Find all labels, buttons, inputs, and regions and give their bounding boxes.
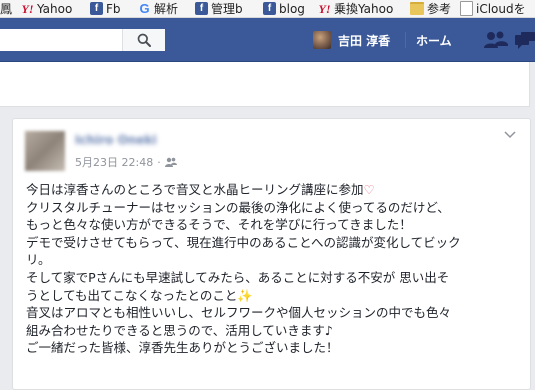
previous-post-card bbox=[0, 62, 530, 107]
bookmark-item[interactable]: 鳳 bbox=[0, 1, 12, 16]
meta-separator: · bbox=[157, 155, 161, 169]
post-line: 今日は淳香さんのところで音叉と水晶ヒーリング講座に参加♡ bbox=[26, 182, 375, 197]
post-text: 今日は淳香さんのところで音叉と水晶ヒーリング講座に参加♡ クリスタルチューナーは… bbox=[26, 181, 521, 357]
post-line: リ。 bbox=[26, 252, 51, 268]
divider bbox=[405, 32, 406, 48]
google-icon: G bbox=[139, 1, 150, 16]
profile-link[interactable]: 吉田 淳香 bbox=[338, 32, 390, 49]
bookmark-label: 鳳 bbox=[0, 2, 13, 16]
messages-icon[interactable] bbox=[515, 32, 535, 49]
facebook-header: 吉田 淳香 ホーム bbox=[0, 18, 535, 62]
friend-requests-icon[interactable] bbox=[483, 31, 509, 49]
bookmark-label: blog bbox=[279, 1, 305, 16]
bookmark-analytics[interactable]: G 解析 bbox=[138, 1, 178, 16]
search-icon bbox=[137, 33, 151, 47]
facebook-icon: f bbox=[263, 2, 276, 15]
yahoo-icon: Y! bbox=[21, 1, 34, 16]
bookmark-label: Yahoo bbox=[37, 1, 73, 16]
post-line: もっと色々な使い方ができるそうで、それを学びに行ってきました！ bbox=[26, 217, 412, 233]
facebook-icon: f bbox=[195, 2, 208, 15]
avatar[interactable] bbox=[313, 31, 331, 49]
post-line: 組み合わせたりできると思うので、活用していきます♪ bbox=[26, 322, 333, 338]
bookmark-yahoo[interactable]: Y! Yahoo bbox=[21, 1, 73, 16]
friends-icon[interactable] bbox=[164, 157, 177, 167]
yahoo-icon: Y! bbox=[318, 1, 331, 16]
author-name[interactable]: Ichiro Oneki bbox=[75, 133, 157, 147]
document-icon bbox=[460, 1, 473, 16]
post-line: クリスタルチューナーはセッションの最後の浄化によく使ってるのだけど、 bbox=[26, 199, 450, 215]
post-timestamp[interactable]: 5月23日 22:48 bbox=[75, 154, 153, 170]
bookmark-reference[interactable]: 参考 bbox=[410, 1, 451, 16]
bookmark-admin[interactable]: f 管理b bbox=[195, 1, 243, 16]
bookmark-label: 解析 bbox=[154, 2, 179, 16]
post-meta: 5月23日 22:48 · bbox=[75, 154, 177, 170]
folder-icon bbox=[410, 2, 424, 15]
sparkle-icon: ✨ bbox=[237, 287, 253, 303]
bookmark-label: 管理b bbox=[211, 2, 243, 16]
post-line: うとしても出てこなくなったとのこと✨ bbox=[26, 287, 253, 303]
bookmarks-bar: 鳳 Y! Yahoo f Fb G 解析 f 管理b f blog Y! 乗換Y… bbox=[0, 0, 535, 18]
post-card: Ichiro Oneki 5月23日 22:48 · 今日は淳香さんのところで音… bbox=[12, 118, 531, 390]
bookmark-label: iCloudを bbox=[476, 2, 526, 16]
home-link[interactable]: ホーム bbox=[416, 32, 452, 49]
bookmark-label: 参考 bbox=[427, 2, 452, 16]
bookmark-label: Fb bbox=[106, 1, 121, 16]
facebook-icon: f bbox=[90, 2, 103, 15]
author-avatar[interactable] bbox=[25, 131, 65, 171]
post-line: そして家でPさんにも早速試してみたら、あることに対する不安が 思い出そ bbox=[26, 269, 450, 285]
bookmark-fb[interactable]: f Fb bbox=[90, 1, 121, 16]
search-button[interactable] bbox=[122, 29, 165, 51]
bookmark-transit[interactable]: Y! 乗換Yahoo bbox=[318, 1, 394, 16]
post-line: デモで受けさせてもらって、現在進行中のあることへの認識が変化してビック bbox=[26, 234, 461, 250]
bookmark-label: 乗換Yahoo bbox=[334, 2, 394, 16]
chevron-down-icon[interactable] bbox=[504, 131, 516, 139]
bookmark-blog[interactable]: f blog bbox=[263, 1, 305, 16]
search-box[interactable] bbox=[0, 29, 165, 51]
bookmark-icloud[interactable]: iCloudを bbox=[460, 1, 526, 16]
post-line: 音叉はアロマとも相性いいし、セルフワークや個人セッションの中でも色々 bbox=[26, 305, 452, 321]
heart-icon: ♡ bbox=[363, 182, 375, 197]
post-line: ご一緒だった皆様、淳香先生ありがとうございました！ bbox=[26, 340, 339, 356]
